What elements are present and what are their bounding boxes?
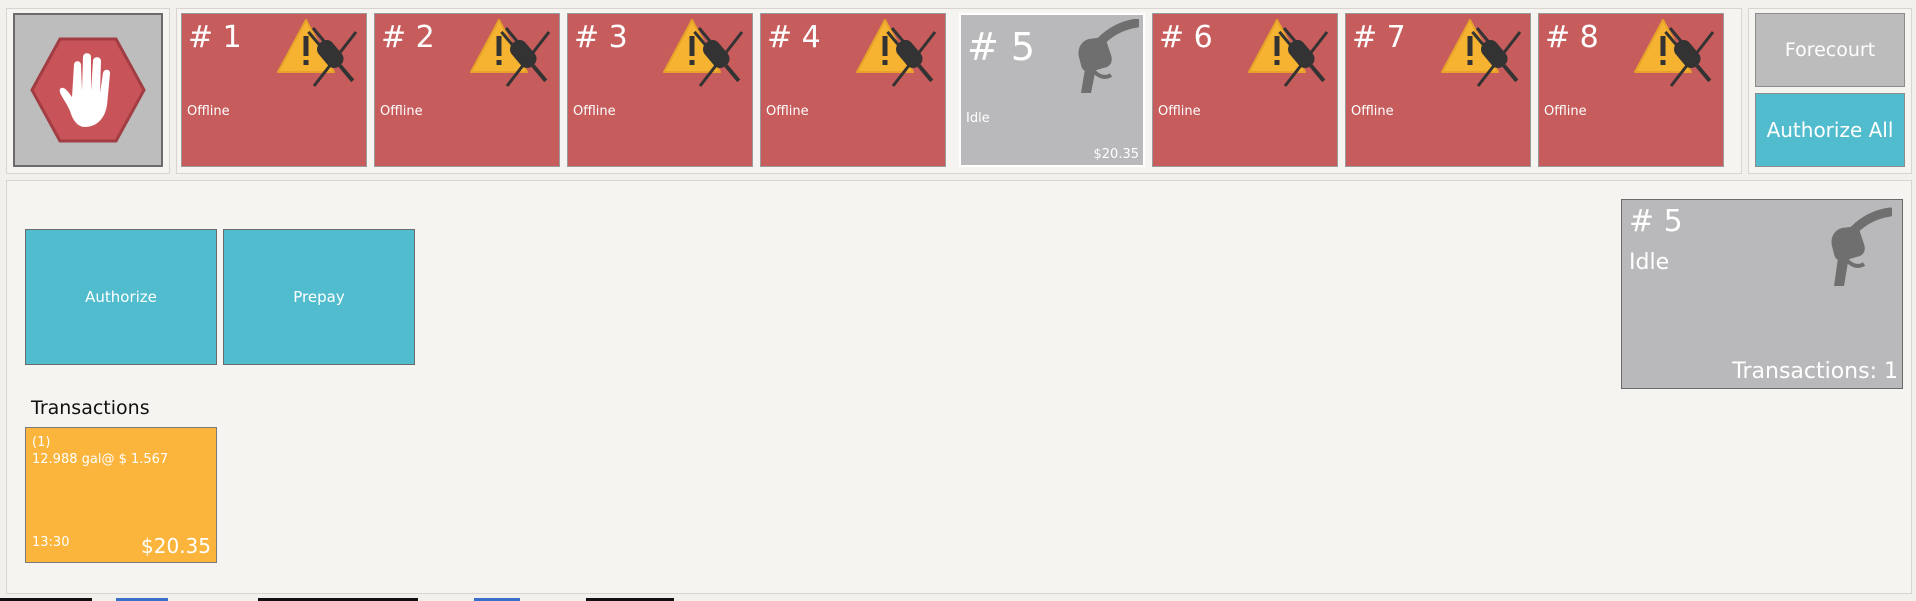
- pump-row: # 1 Offline # 2 Offline # 3 Offline # 4 …: [176, 8, 1742, 174]
- pump-status: Offline: [766, 104, 809, 119]
- pump-number: # 1: [188, 20, 242, 55]
- pump-number: # 3: [574, 20, 628, 55]
- stop-panel: [6, 8, 170, 174]
- fuel-nozzle-icon: [1806, 206, 1895, 296]
- emergency-stop-button[interactable]: [13, 13, 163, 167]
- pump-tile-5[interactable]: # 5 Idle $20.35: [959, 13, 1145, 167]
- selected-pump-status: Idle: [1629, 250, 1670, 275]
- offline-warning-icon: [274, 16, 358, 96]
- pump-tile-4[interactable]: # 4 Offline: [760, 13, 946, 167]
- forecourt-controls: Forecourt Authorize All: [1748, 8, 1912, 174]
- fuel-nozzle-icon: [1053, 18, 1142, 101]
- pump-number: # 5: [967, 25, 1036, 69]
- pump-status: Offline: [187, 104, 230, 119]
- pump-status: Idle: [966, 111, 990, 126]
- pump-amount: $20.35: [1093, 147, 1140, 162]
- transaction-time: 13:30: [32, 535, 70, 550]
- prepay-button[interactable]: Prepay: [223, 229, 415, 365]
- pump-number: # 2: [381, 20, 435, 55]
- pump-status: Offline: [1158, 104, 1201, 119]
- offline-warning-icon: [1245, 16, 1329, 96]
- offline-warning-icon: [1631, 16, 1715, 96]
- transactions-heading: Transactions: [31, 397, 150, 419]
- pump-number: # 7: [1352, 20, 1406, 55]
- authorize-all-button[interactable]: Authorize All: [1755, 93, 1905, 167]
- selected-pump-number: # 5: [1629, 204, 1683, 239]
- pump-number: # 6: [1159, 20, 1213, 55]
- offline-warning-icon: [853, 16, 937, 96]
- offline-warning-icon: [1438, 16, 1522, 96]
- transaction-quantity: 12.988 gal@ $ 1.567: [32, 452, 169, 467]
- transaction-card[interactable]: (1) 12.988 gal@ $ 1.567 13:30 $20.35: [25, 427, 217, 563]
- pump-tile-2[interactable]: # 2 Offline: [374, 13, 560, 167]
- pump-status: Offline: [1544, 104, 1587, 119]
- selected-pump-transactions: Transactions: 1: [1732, 359, 1898, 384]
- pump-tile-8[interactable]: # 8 Offline: [1538, 13, 1724, 167]
- authorize-button[interactable]: Authorize: [25, 229, 217, 365]
- pump-tile-3[interactable]: # 3 Offline: [567, 13, 753, 167]
- pump-status: Offline: [380, 104, 423, 119]
- transaction-index: (1): [32, 435, 51, 450]
- offline-warning-icon: [467, 16, 551, 96]
- pump-status: Offline: [1351, 104, 1394, 119]
- pump-number: # 8: [1545, 20, 1599, 55]
- transaction-amount: $20.35: [141, 534, 211, 558]
- pump-tile-6[interactable]: # 6 Offline: [1152, 13, 1338, 167]
- pump-tile-1[interactable]: # 1 Offline: [181, 13, 367, 167]
- offline-warning-icon: [660, 16, 744, 96]
- selected-pump-card[interactable]: # 5 Idle Transactions: 1: [1621, 199, 1903, 389]
- forecourt-button[interactable]: Forecourt: [1755, 13, 1905, 87]
- pump-number: # 4: [767, 20, 821, 55]
- stop-hand-icon: [30, 37, 146, 143]
- pump-tile-7[interactable]: # 7 Offline: [1345, 13, 1531, 167]
- pump-status: Offline: [573, 104, 616, 119]
- pump-detail-area: Authorize Prepay Transactions (1) 12.988…: [6, 180, 1912, 594]
